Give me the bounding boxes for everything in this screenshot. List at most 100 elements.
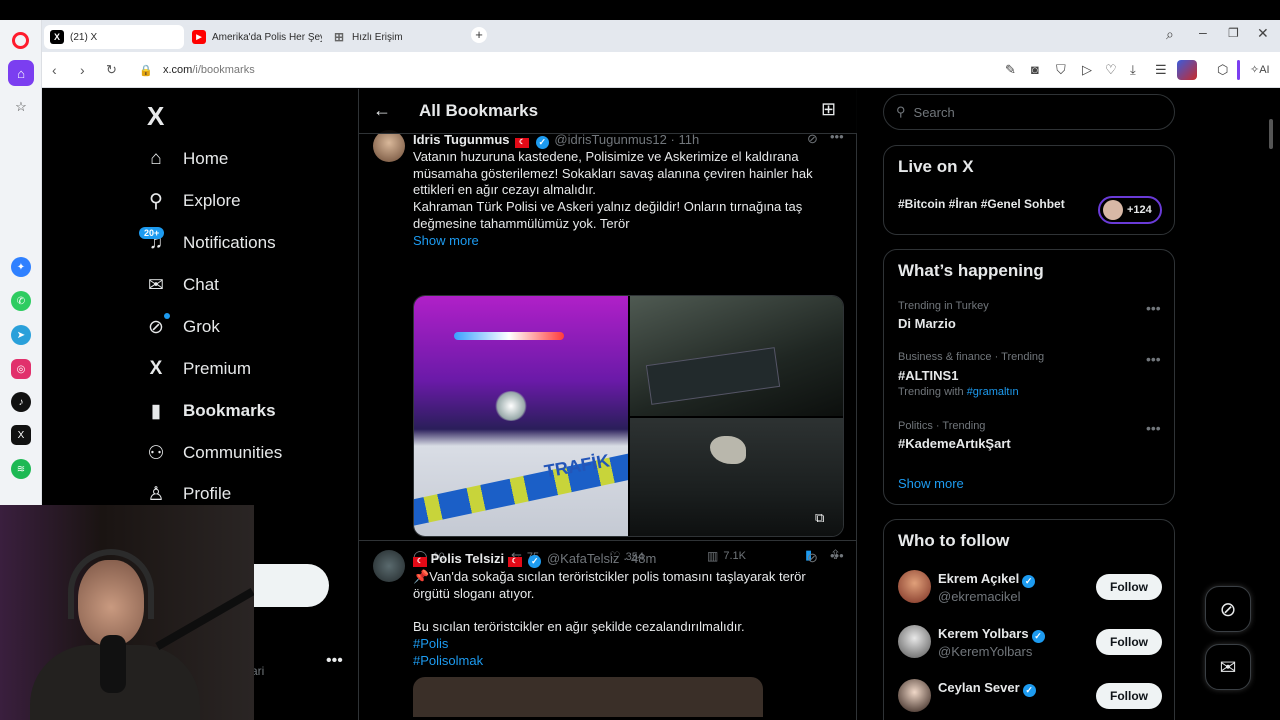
tweet[interactable]: ☾ Polis Telsizi ☾ ✓ @KafaTelsiz · 48m ⊘ … xyxy=(359,541,857,720)
grok-float-icon[interactable]: ⊘ xyxy=(1205,586,1251,632)
trend-name[interactable]: #KademeArtıkŞart xyxy=(898,436,1011,451)
sidebar-item-premium[interactable]: X Premium xyxy=(145,349,251,389)
show-more-link[interactable]: Show more xyxy=(898,476,964,491)
trend-with-label: Trending with xyxy=(898,386,964,398)
sidebar-item-bookmarks[interactable]: ▮ Bookmarks xyxy=(145,391,276,431)
sidebar-item-grok[interactable]: ⊘ Grok xyxy=(145,307,220,347)
dashboard-screen xyxy=(645,347,781,405)
shield-icon[interactable]: ⛉ xyxy=(1056,62,1066,78)
menu-icon[interactable]: ☰ xyxy=(1155,62,1167,78)
telegram-icon[interactable]: ➤ xyxy=(11,325,31,345)
tweet-media-grid[interactable]: TRAFİK ⧉ xyxy=(413,295,844,537)
add-bookmark-folder-icon[interactable]: ⊞ xyxy=(821,99,836,120)
tab-x[interactable]: X (21) X xyxy=(44,25,184,49)
tweet-image-damage[interactable]: ⧉ xyxy=(630,418,843,536)
edit-icon[interactable]: ✎ xyxy=(1005,62,1016,78)
alt-text-icon[interactable]: ⧉ xyxy=(815,510,824,526)
sidebar-item-chat[interactable]: ✉ Chat xyxy=(145,265,219,305)
camera-icon[interactable]: ◙ xyxy=(1031,62,1039,77)
forward-nav-icon[interactable]: › xyxy=(80,62,85,78)
messenger-icon[interactable]: ✦ xyxy=(11,257,31,277)
heart-icon[interactable]: ♡ xyxy=(1105,62,1117,78)
url-field[interactable]: x.com/i/bookmarks xyxy=(163,64,255,76)
messages-float-icon[interactable]: ✉ xyxy=(1205,644,1251,690)
tab-youtube[interactable]: ▶ Amerika'da Polis Her Şeyi xyxy=(186,25,322,49)
x-sidebar-icon[interactable]: X xyxy=(11,425,31,445)
grok-dot xyxy=(164,313,170,319)
tweet-author[interactable]: Idris Tugunmus ☾ ✓ @idrisTugunmus12 · 11… xyxy=(413,132,699,149)
tweet-image-police-car[interactable]: TRAFİK xyxy=(414,296,628,536)
tweet-more-icon[interactable]: ••• xyxy=(830,548,844,563)
author-handle: @KafaTelsiz xyxy=(546,551,620,566)
live-topics[interactable]: #Bitcoin #İran #Genel Sohbet xyxy=(898,197,1065,211)
page-scrollbar[interactable] xyxy=(1269,119,1274,679)
follow-button[interactable]: Follow xyxy=(1096,683,1162,709)
minimize-button[interactable]: – xyxy=(1199,24,1207,40)
opera-logo[interactable] xyxy=(12,32,29,49)
show-more-link[interactable]: Show more xyxy=(413,233,813,250)
sidebar-item-explore[interactable]: ⚲ Explore xyxy=(145,181,241,221)
card-title: What’s happening xyxy=(898,261,1044,280)
opera-home-icon[interactable]: ⌂ xyxy=(8,60,34,86)
extensions-icon[interactable]: ⬡ xyxy=(1217,62,1228,78)
user-name[interactable]: Ekrem Açıkel ✓ xyxy=(938,571,1036,588)
spotify-icon[interactable]: ≋ xyxy=(11,459,31,479)
who-to-follow-card: Who to follow Ekrem Açıkel ✓ @ekremacikel… xyxy=(883,519,1175,720)
maximize-button[interactable]: ❐ xyxy=(1228,26,1239,40)
tiktok-icon[interactable]: ♪ xyxy=(11,392,31,412)
whatsapp-icon[interactable]: ✆ xyxy=(11,291,31,311)
x-logo[interactable]: X xyxy=(147,101,164,132)
debris-rock xyxy=(710,436,746,464)
trend-with: Trending with #gramaltın xyxy=(898,386,1019,398)
new-tab-button[interactable]: + xyxy=(471,27,487,43)
tweet[interactable]: Idris Tugunmus ☾ ✓ @idrisTugunmus12 · 11… xyxy=(359,125,857,564)
play-icon[interactable]: ▷ xyxy=(1082,62,1092,78)
avatar[interactable] xyxy=(898,570,931,603)
profile-avatar[interactable] xyxy=(1177,60,1197,80)
trend-name[interactable]: Di Marzio xyxy=(898,316,956,331)
hashtag-link[interactable]: #Polis xyxy=(413,636,448,653)
back-arrow-icon[interactable]: ← xyxy=(373,100,391,121)
live-participants[interactable]: +124 xyxy=(1098,196,1162,224)
avatar[interactable] xyxy=(898,625,931,658)
search-icon: ⚲ xyxy=(149,190,163,212)
avatar[interactable] xyxy=(898,679,931,712)
verified-badge-icon: ✓ xyxy=(528,555,542,568)
user-name-text: Ceylan Sever xyxy=(938,680,1020,695)
tweet-image-dashboard[interactable] xyxy=(630,296,843,416)
webcam-microphone xyxy=(100,635,126,693)
opera-pinboard-icon[interactable]: ☆ xyxy=(8,94,34,120)
grok-explain-icon[interactable]: ⊘ xyxy=(807,550,818,566)
avatar[interactable] xyxy=(373,550,405,582)
trend-with-tag[interactable]: #gramaltın xyxy=(967,386,1019,398)
account-more-icon[interactable]: ••• xyxy=(326,652,343,670)
scrollbar-thumb[interactable] xyxy=(1269,119,1273,149)
sidebar-item-home[interactable]: ⌂ Home xyxy=(145,139,228,179)
youtube-favicon: ▶ xyxy=(192,30,206,44)
sidebar-item-communities[interactable]: ⚇ Communities xyxy=(145,433,282,473)
tweet-media[interactable] xyxy=(413,677,763,717)
webcam-overlay xyxy=(0,505,254,720)
follow-button[interactable]: Follow xyxy=(1096,574,1162,600)
instagram-icon[interactable]: ◎ xyxy=(11,359,31,379)
avatar[interactable] xyxy=(373,130,405,162)
trend-name[interactable]: #ALTINS1 xyxy=(898,368,958,383)
tab-search-icon[interactable]: ⌕ xyxy=(1166,26,1174,43)
sidebar-item-notifications[interactable]: ♫ Notifications xyxy=(145,223,276,263)
back-nav-icon[interactable]: ‹ xyxy=(52,62,57,78)
search-input[interactable]: ⚲ Search xyxy=(883,94,1175,130)
follow-button[interactable]: Follow xyxy=(1096,629,1162,655)
user-name[interactable]: Ceylan Sever ✓ xyxy=(938,680,1036,697)
trend-more-icon[interactable]: ••• xyxy=(1146,351,1161,367)
close-window-button[interactable]: ✕ xyxy=(1257,25,1269,42)
download-icon[interactable]: ⤓ xyxy=(1130,62,1136,78)
reload-icon[interactable]: ↻ xyxy=(106,62,117,78)
hashtag-link[interactable]: #Polisolmak xyxy=(413,653,483,670)
user-name[interactable]: Kerem Yolbars ✓ xyxy=(938,626,1045,643)
tab-speed-dial[interactable]: ⊞ Hızlı Erişim xyxy=(326,25,466,49)
trend-more-icon[interactable]: ••• xyxy=(1146,300,1161,316)
aria-ai-button[interactable]: ✧AI xyxy=(1250,63,1270,76)
tweet-author[interactable]: ☾ Polis Telsizi ☾ ✓ @KafaTelsiz · 48m xyxy=(413,551,656,568)
trend-more-icon[interactable]: ••• xyxy=(1146,420,1161,436)
post-button[interactable] xyxy=(253,564,329,607)
